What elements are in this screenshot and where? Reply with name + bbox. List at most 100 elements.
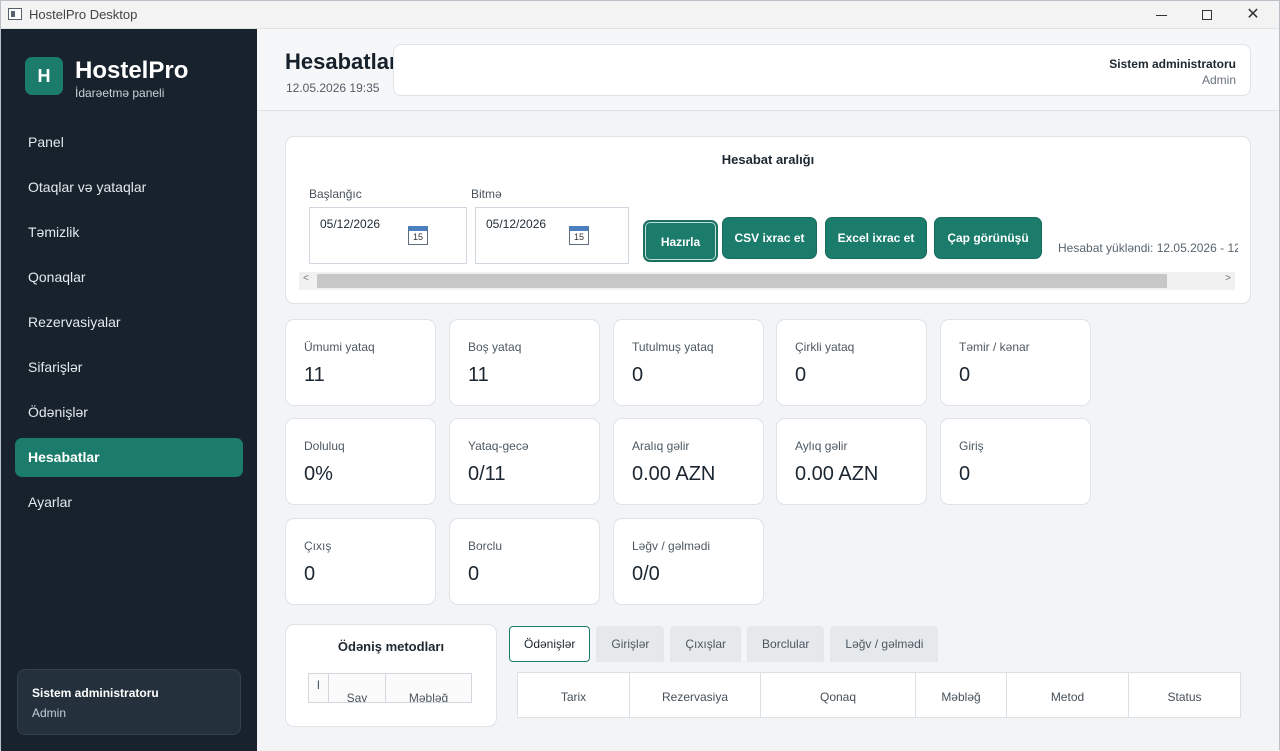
stat-label: Çıxış: [304, 539, 332, 553]
stat-label: Borclu: [468, 539, 503, 553]
scroll-right-icon[interactable]: >: [1225, 273, 1231, 284]
maximize-button[interactable]: [1187, 4, 1227, 26]
sidebar-item-rooms-beds[interactable]: Otaqlar və yataqlar: [15, 168, 243, 207]
column-header[interactable]: Rezervasiya: [630, 673, 761, 717]
stat-value: 0.00 AZN: [632, 463, 716, 485]
main-content: Hesabatlar 12.05.2026 19:35 Sistem admin…: [257, 29, 1279, 751]
start-date-label: Başlanğıc: [309, 187, 362, 201]
scroll-left-icon[interactable]: <: [303, 273, 309, 284]
minimize-icon: [1155, 15, 1167, 16]
prepare-button[interactable]: Hazırla: [643, 220, 718, 262]
stat-card: Giriş 0: [940, 418, 1091, 505]
stat-card: Aylıq gəlir 0.00 AZN: [776, 418, 927, 505]
header-user-box: Sistem administratoru Admin: [393, 44, 1251, 96]
header-user-role: Admin: [1201, 73, 1236, 87]
start-date-value: 05/12/2026: [320, 217, 381, 231]
payment-methods-column[interactable]: Məbləğ: [386, 674, 471, 702]
app-icon: [8, 8, 22, 20]
sidebar-item-guests[interactable]: Qonaqlar: [15, 258, 243, 297]
stat-value: 0: [632, 364, 644, 386]
payment-methods-column[interactable]: Say: [329, 674, 387, 702]
stat-label: Ümumi yataq: [304, 340, 375, 354]
print-preview-button[interactable]: Çap görünüşü: [934, 217, 1042, 259]
tab-cancel-noshow[interactable]: Ləğv / gəlmədi: [830, 626, 939, 662]
window-title: HostelPro Desktop: [29, 7, 138, 22]
tab-payments[interactable]: Ödənişlər: [509, 626, 591, 662]
sidebar-item-payments[interactable]: Ödənişlər: [15, 393, 243, 432]
page-datetime: 12.05.2026 19:35: [286, 81, 380, 95]
stat-value: 0/0: [632, 563, 660, 585]
stat-card: Boş yataq 11: [449, 319, 600, 406]
sidebar: H HostelPro İdarəetmə paneli Panel Otaql…: [1, 29, 257, 751]
sidebar-item-orders[interactable]: Sifarişlər: [15, 348, 243, 387]
close-icon: ✕: [1246, 6, 1260, 23]
report-tabs: Ödənişlər Girişlər Çıxışlar Borclular Lə…: [509, 626, 939, 662]
sidebar-item-settings[interactable]: Ayarlar: [15, 483, 243, 522]
stat-card: Ləğv / gəlmədi 0/0: [613, 518, 764, 605]
stat-card: Doluluq 0%: [285, 418, 436, 505]
stat-value: 11: [304, 364, 325, 386]
sidebar-user-role: Admin: [32, 706, 67, 720]
tab-checkins[interactable]: Girişlər: [596, 626, 665, 662]
brand-subtitle: İdarəetmə paneli: [75, 86, 165, 100]
end-date-label: Bitmə: [471, 187, 502, 201]
tab-debtors[interactable]: Borclular: [747, 626, 825, 662]
end-date-value: 05/12/2026: [486, 217, 547, 231]
csv-export-button[interactable]: CSV ixrac et: [722, 217, 817, 259]
stat-value: 0: [959, 364, 971, 386]
tab-checkouts[interactable]: Çıxışlar: [670, 626, 742, 662]
scrollbar-thumb[interactable]: [317, 274, 1167, 288]
stat-value: 0%: [304, 463, 333, 485]
sidebar-item-reports[interactable]: Hesabatlar: [15, 438, 243, 477]
payment-methods-table: I Say Məbləğ: [308, 673, 472, 703]
start-date-field[interactable]: 05/12/2026 15: [309, 207, 467, 264]
stat-card: Yataq-gecə 0/11: [449, 418, 600, 505]
stat-label: Aralıq gəlir: [632, 439, 690, 453]
page-title: Hesabatlar: [285, 49, 398, 74]
sidebar-nav: Panel Otaqlar və yataqlar Təmizlik Qonaq…: [15, 123, 243, 528]
header-user-name: Sistem administratoru: [1109, 57, 1236, 71]
sidebar-user-card: Sistem administratoru Admin: [17, 669, 241, 735]
stat-card: Aralıq gəlir 0.00 AZN: [613, 418, 764, 505]
stat-value: 0/11: [468, 463, 506, 485]
stat-label: Boş yataq: [468, 340, 522, 354]
stat-label: Tutulmuş yataq: [632, 340, 714, 354]
close-button[interactable]: ✕: [1233, 4, 1273, 26]
stat-card: Tutulmuş yataq 0: [613, 319, 764, 406]
title-bar: HostelPro Desktop ✕: [1, 1, 1279, 29]
maximize-icon: [1202, 10, 1212, 20]
stat-value: 11: [468, 364, 489, 386]
calendar-icon[interactable]: 15: [408, 226, 428, 245]
stat-label: Çirkli yataq: [795, 340, 855, 354]
column-header[interactable]: Status: [1129, 673, 1240, 717]
column-header[interactable]: Məbləğ: [916, 673, 1007, 717]
sidebar-item-cleaning[interactable]: Təmizlik: [15, 213, 243, 252]
column-header[interactable]: Tarix: [518, 673, 630, 717]
stat-card: Çıxış 0: [285, 518, 436, 605]
stat-value: 0: [959, 463, 971, 485]
report-range-panel: Hesabat aralığı Başlanğıc 05/12/2026 15 …: [285, 136, 1251, 304]
end-date-field[interactable]: 05/12/2026 15: [475, 207, 629, 264]
payment-methods-column[interactable]: I: [309, 674, 329, 702]
sidebar-item-reservations[interactable]: Rezervasiyalar: [15, 303, 243, 342]
stat-label: Yataq-gecə: [468, 439, 529, 453]
stat-label: Doluluq: [304, 439, 345, 453]
payment-methods-panel: Ödəniş metodları I Say Məbləğ: [285, 624, 497, 727]
minimize-button[interactable]: [1141, 4, 1181, 26]
excel-export-button[interactable]: Excel ixrac et: [825, 217, 927, 259]
stat-value: 0: [468, 563, 480, 585]
stat-card: Borclu 0: [449, 518, 600, 605]
stat-card: Təmir / kənar 0: [940, 319, 1091, 406]
app-window: HostelPro Desktop ✕ H HostelPro İdarəetm…: [0, 0, 1280, 751]
sidebar-item-panel[interactable]: Panel: [15, 123, 243, 162]
calendar-icon[interactable]: 15: [569, 226, 589, 245]
column-header[interactable]: Qonaq: [761, 673, 916, 717]
column-header[interactable]: Metod: [1007, 673, 1129, 717]
range-title: Hesabat aralığı: [721, 152, 815, 167]
stat-label: Aylıq gəlir: [795, 439, 848, 453]
stat-label: Ləğv / gəlmədi: [632, 539, 711, 553]
horizontal-scrollbar[interactable]: < >: [299, 272, 1235, 290]
logo: H: [25, 57, 63, 95]
top-bar: Hesabatlar 12.05.2026 19:35 Sistem admin…: [257, 29, 1279, 111]
stat-label: Giriş: [959, 439, 984, 453]
